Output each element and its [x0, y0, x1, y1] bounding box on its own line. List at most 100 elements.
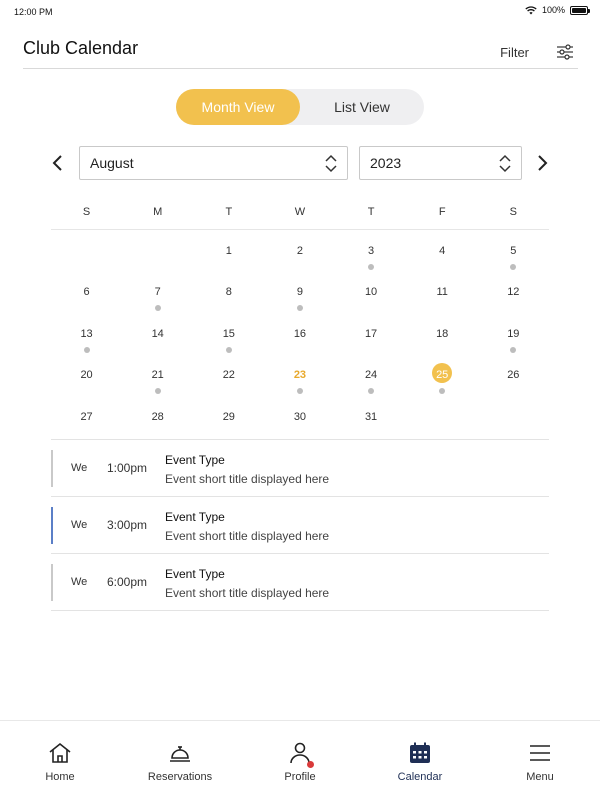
event-accent-bar	[51, 507, 53, 544]
calendar-day[interactable]: 21	[122, 360, 193, 401]
weekday-label: M	[153, 206, 163, 218]
calendar-empty-cell	[478, 402, 549, 443]
calendar-empty-cell	[407, 402, 478, 443]
month-view-tab[interactable]: Month View	[176, 89, 300, 125]
calendar-day[interactable]: 9	[264, 277, 335, 318]
calendar-day[interactable]: 12	[478, 277, 549, 318]
day-number: 15	[222, 327, 235, 340]
month-select[interactable]: August	[79, 146, 348, 180]
calendar-day[interactable]: 7	[122, 277, 193, 318]
calendar-day[interactable]: 26	[478, 360, 549, 401]
calendar-day[interactable]: 1	[193, 236, 264, 277]
event-time: 6:00pm	[107, 575, 148, 589]
day-number: 20	[80, 369, 93, 382]
weekday-label: T	[225, 206, 233, 218]
calendar-day[interactable]: 5	[478, 236, 549, 277]
calendar-day[interactable]: 16	[264, 319, 335, 360]
calendar-day[interactable]: 13	[51, 319, 122, 360]
day-number: 10	[364, 286, 378, 299]
day-number: 27	[80, 410, 93, 423]
tab-label: Reservations	[147, 771, 213, 783]
calendar-day[interactable]: 22	[193, 360, 264, 401]
event-indicator-dot	[296, 305, 303, 312]
calendar-day[interactable]: 2	[264, 236, 335, 277]
chevron-left-icon[interactable]	[50, 153, 66, 173]
weekday-header: S M T W T F S	[51, 206, 549, 230]
calendar-day[interactable]: 14	[122, 319, 193, 360]
calendar-day[interactable]: 17	[336, 319, 407, 360]
event-indicator-dot	[368, 264, 375, 270]
event-indicator-dot	[510, 264, 517, 270]
chevron-right-icon[interactable]	[534, 153, 550, 173]
event-type: Event Type	[165, 453, 225, 467]
day-number: 31	[364, 410, 378, 423]
day-number: 16	[293, 327, 307, 340]
calendar-day[interactable]: 25	[407, 360, 478, 401]
calendar-day[interactable]: 20	[51, 360, 122, 401]
calendar-day[interactable]: 29	[193, 402, 264, 443]
day-number: 25	[436, 369, 449, 382]
calendar-icon	[410, 742, 430, 763]
day-number: 30	[293, 410, 307, 423]
sliders-icon[interactable]	[556, 44, 574, 60]
battery-percent: 100%	[541, 5, 565, 15]
tab-reservations[interactable]: Reservations	[120, 721, 240, 800]
calendar-day[interactable]: 19	[478, 319, 549, 360]
calendar-day[interactable]: 18	[407, 319, 478, 360]
tab-label: Home	[45, 771, 75, 783]
event-time: 3:00pm	[107, 518, 148, 532]
weekday-label: S	[509, 206, 517, 218]
day-number: 24	[364, 369, 378, 382]
calendar-day[interactable]: 10	[336, 277, 407, 318]
calendar-day[interactable]: 6	[51, 277, 122, 318]
calendar-week-row: 1 2 3 4 5	[51, 236, 549, 277]
event-day: We	[71, 576, 88, 588]
tab-menu[interactable]: Menu	[480, 721, 600, 800]
calendar-day[interactable]: 15	[193, 319, 264, 360]
event-indicator-dot	[439, 388, 446, 395]
calendar-grid: 1 2 3 4 5 6 7 8 9 10 11 12 13 14 15 16 17 18 19 20 21 22 23 24 2…	[51, 236, 549, 443]
event-title: Event short title displayed here	[165, 586, 330, 600]
day-number: 19	[507, 327, 520, 340]
event-day: We	[71, 519, 88, 531]
calendar-empty-cell	[122, 236, 193, 277]
calendar-day[interactable]: 11	[407, 277, 478, 318]
event-title: Event short title displayed here	[165, 472, 330, 486]
calendar-day[interactable]: 31	[336, 402, 407, 443]
status-time: 12:00 PM	[14, 7, 53, 17]
day-number: 18	[436, 327, 449, 340]
calendar-day[interactable]: 23	[264, 360, 335, 401]
day-number: 13	[80, 327, 93, 340]
event-item[interactable]: We 6:00pm Event Type Event short title d…	[51, 554, 549, 611]
tab-calendar[interactable]: Calendar	[360, 721, 480, 800]
calendar-day[interactable]: 4	[407, 236, 478, 277]
event-item[interactable]: We 3:00pm Event Type Event short title d…	[51, 497, 549, 554]
day-number: 3	[368, 245, 375, 257]
year-select[interactable]: 2023	[359, 146, 522, 180]
day-number: 14	[151, 327, 164, 340]
month-select-value: August	[90, 155, 134, 171]
event-type: Event Type	[165, 567, 225, 581]
calendar-day[interactable]: 24	[336, 360, 407, 401]
event-item[interactable]: We 1:00pm Event Type Event short title d…	[51, 440, 549, 497]
day-number: 9	[296, 286, 303, 299]
list-view-tab[interactable]: List View	[300, 89, 424, 125]
calendar-day[interactable]: 3	[336, 236, 407, 277]
calendar-week-row: 20 21 22 23 24 25 26	[51, 360, 549, 401]
calendar-day[interactable]: 28	[122, 402, 193, 443]
calendar-day[interactable]: 8	[193, 277, 264, 318]
status-indicators: 100%	[525, 5, 590, 15]
day-number: 12	[507, 286, 520, 299]
weekday-label: T	[367, 206, 375, 218]
tab-profile[interactable]: Profile	[240, 721, 360, 800]
filter-button[interactable]: Filter	[500, 45, 529, 60]
event-indicator-dot	[510, 346, 517, 353]
calendar-day[interactable]: 27	[51, 402, 122, 443]
event-accent-bar	[51, 564, 53, 601]
tab-home[interactable]: Home	[0, 721, 120, 800]
calendar-week-row: 6 7 8 9 10 11 12	[51, 277, 549, 318]
header: Club Calendar Filter	[23, 36, 578, 69]
calendar-day[interactable]: 30	[264, 402, 335, 443]
wifi-icon	[525, 5, 537, 14]
day-number: 8	[225, 286, 232, 299]
